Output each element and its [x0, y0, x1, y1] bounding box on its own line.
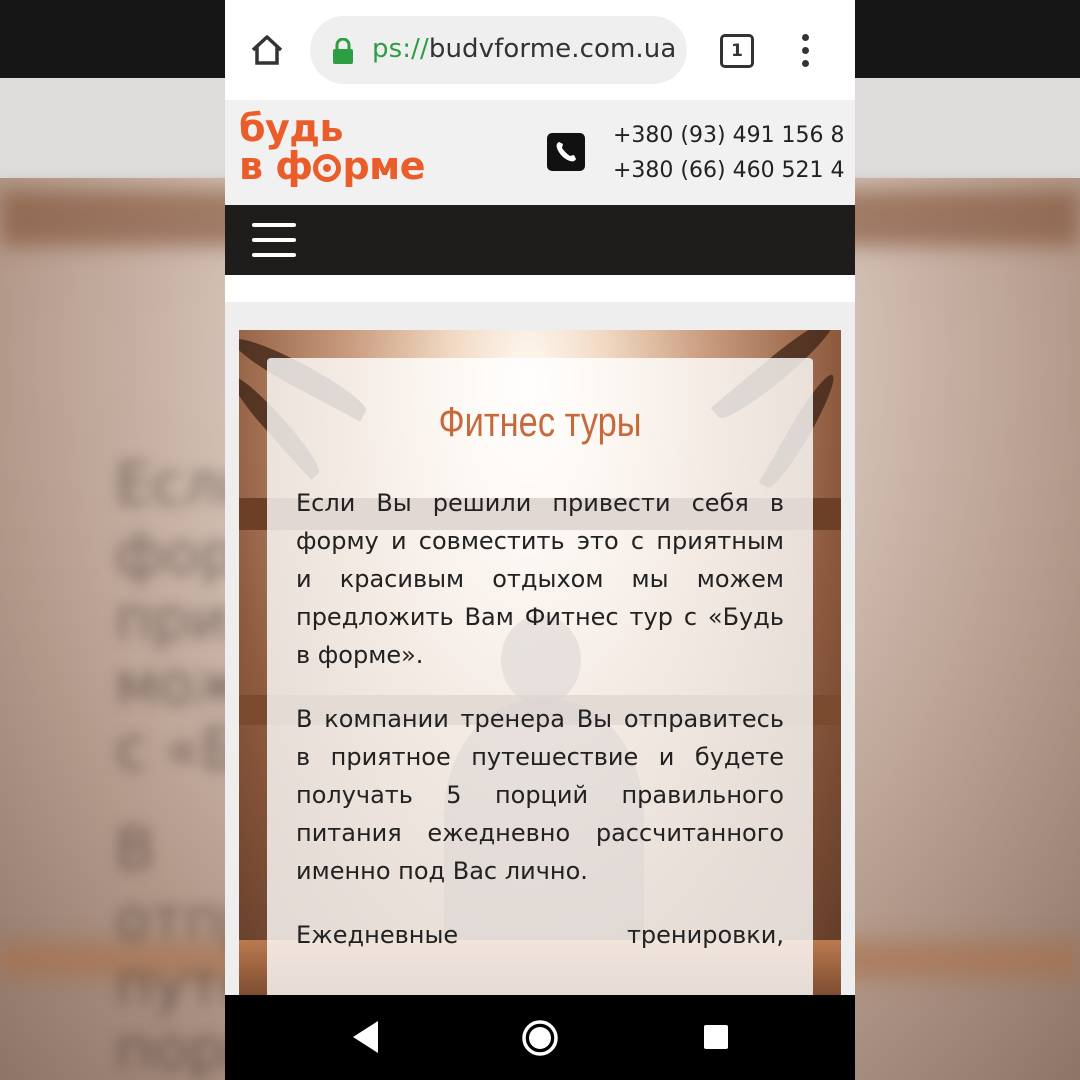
logo-line2: в ф рме [239, 144, 426, 188]
recent-apps-icon[interactable] [704, 1025, 728, 1049]
url-text: ps://budvforme.com.ua [372, 34, 676, 64]
android-nav-bar [225, 995, 855, 1080]
phone-icon[interactable] [547, 133, 585, 171]
info-card: Фитнес туры Если Вы решили привести себя… [267, 358, 813, 998]
card-paragraph: В компании тренера Вы отправитесь в прия… [296, 705, 784, 885]
url-domain: budvforme.com.ua [428, 34, 677, 64]
card-paragraph: Если Вы решили привести себя в форму и с… [296, 489, 784, 669]
tabs-icon[interactable]: 1 [720, 34, 754, 68]
back-icon[interactable] [350, 1019, 380, 1055]
card-paragraph: Ежедневные тренировки, [296, 921, 784, 949]
site-logo[interactable]: будь в ф рме [239, 108, 449, 186]
address-bar[interactable]: ps://budvforme.com.ua [310, 16, 687, 84]
url-scheme: ps:// [372, 34, 429, 64]
home-icon[interactable] [247, 30, 287, 70]
more-vert-icon[interactable] [795, 34, 815, 68]
hamburger-menu-icon[interactable] [252, 223, 296, 257]
phone-numbers: +380 (93) 491 156 8 +380 (66) 460 521 4 [613, 118, 853, 188]
phone-number-2[interactable]: +380 (66) 460 521 4 [613, 153, 853, 188]
card-text: Если Вы решили привести себя в форму и с… [296, 484, 784, 980]
lock-icon [333, 38, 353, 64]
home-circle-icon[interactable] [521, 1019, 559, 1057]
main-nav-bar [225, 205, 855, 275]
browser-toolbar: ps://budvforme.com.ua 1 [225, 0, 855, 100]
card-title: Фитнес туры [438, 398, 642, 445]
phone-number-1[interactable]: +380 (93) 491 156 8 [613, 118, 853, 153]
target-icon [313, 154, 342, 182]
site-header: будь в ф рме +380 (93) 491 156 8 +380 (66… [225, 100, 855, 205]
phone-screen: ps://budvforme.com.ua 1 будь в ф рме +380… [225, 0, 855, 1080]
